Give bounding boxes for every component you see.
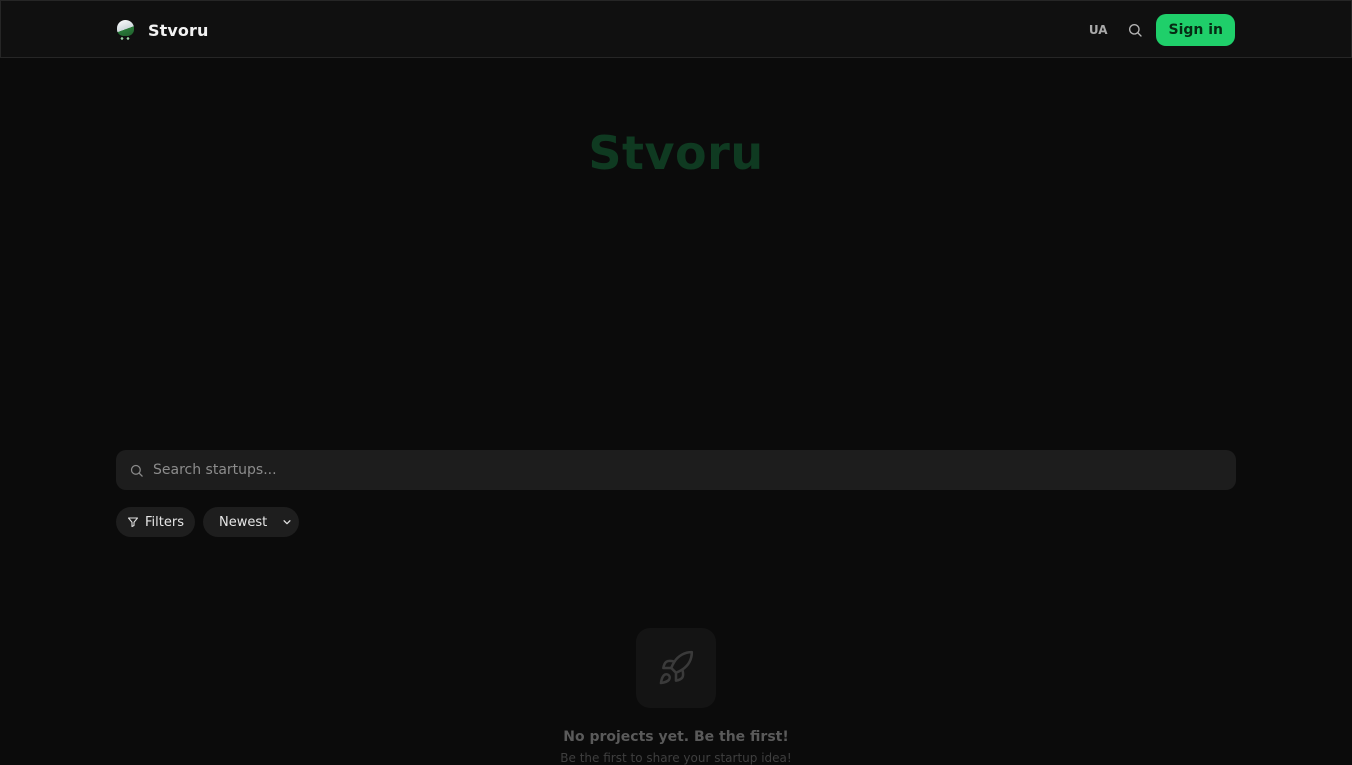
sort-selected-value: Newest <box>218 514 268 530</box>
filter-icon <box>127 517 139 528</box>
empty-state-title: No projects yet. Be the first! <box>563 729 789 745</box>
nav-actions: UA Sign in <box>1089 14 1235 46</box>
filters-label: Filters <box>145 514 184 530</box>
search-input[interactable] <box>153 450 1236 490</box>
brand-name: Stvoru <box>148 20 209 40</box>
rocket-icon <box>659 650 694 685</box>
header-search-button[interactable] <box>1126 21 1144 39</box>
search-icon <box>130 464 143 477</box>
empty-state-icon-box <box>636 628 716 708</box>
filters-row: Filters Newest <box>116 507 299 537</box>
language-switch[interactable]: UA <box>1089 23 1108 37</box>
top-navigation-bar: Stvoru UA Sign in <box>0 0 1352 58</box>
sign-in-button[interactable]: Sign in <box>1156 14 1235 46</box>
search-icon <box>1129 24 1143 37</box>
chevron-down-icon <box>283 520 291 525</box>
startup-search-box[interactable] <box>116 450 1236 490</box>
filters-button[interactable]: Filters <box>116 507 195 537</box>
brand-link[interactable]: Stvoru <box>116 17 208 43</box>
hero-title: Stvoru <box>588 126 764 180</box>
sort-select[interactable]: Newest <box>202 507 299 537</box>
empty-state-subtitle: Be the first to share your startup idea! <box>560 751 792 765</box>
logo-icon <box>116 19 136 41</box>
